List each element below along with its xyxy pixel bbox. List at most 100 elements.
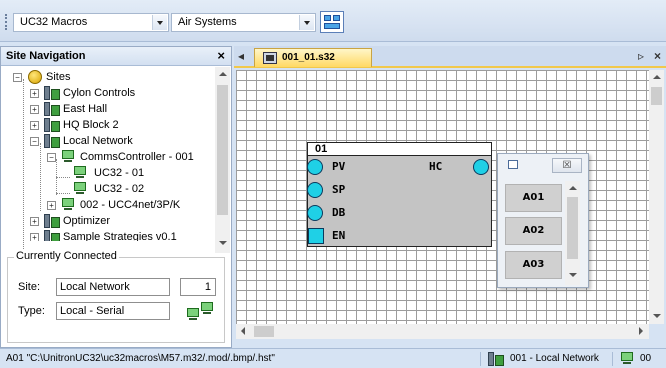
server-icon: [44, 134, 60, 148]
scroll-down-icon[interactable]: [649, 309, 664, 324]
tree-item-uc32-02[interactable]: UC32 - 02: [1, 181, 215, 197]
server-icon: [44, 230, 60, 241]
tree-item-optimizer[interactable]: + Optimizer: [1, 213, 215, 229]
layout-grid-icon[interactable]: [320, 11, 344, 33]
popup-scrollbar[interactable]: [565, 181, 580, 285]
output-port-hc[interactable]: [473, 159, 489, 175]
tree-item-label: CommsController - 001: [80, 151, 194, 163]
output-label-hc: HC: [429, 160, 443, 173]
popup-item-a01[interactable]: A01: [505, 184, 562, 212]
close-icon[interactable]: ×: [217, 47, 225, 65]
globe-icon: [27, 70, 43, 84]
type-field: Local - Serial: [56, 302, 170, 320]
tree-item-local-network[interactable]: − Local Network: [1, 133, 215, 149]
tree-item-label: UC32 - 01: [94, 167, 145, 179]
input-port-sp[interactable]: [307, 182, 323, 198]
scroll-up-icon[interactable]: [649, 70, 664, 85]
currently-connected-legend: Currently Connected: [14, 250, 119, 262]
collapse-icon[interactable]: −: [47, 153, 56, 162]
tree-item-label: Cylon Controls: [63, 87, 136, 99]
input-label-db: DB: [332, 206, 346, 219]
tab-label: 001_01.s32: [282, 52, 335, 63]
block-title: 01: [308, 143, 491, 156]
close-icon[interactable]: ×: [654, 49, 661, 63]
scroll-up-icon[interactable]: [565, 181, 580, 196]
tree-item-hq-block-2[interactable]: + HQ Block 2: [1, 117, 215, 133]
input-port-db[interactable]: [307, 205, 323, 221]
macro-library-combo[interactable]: UC32 Macros: [13, 13, 169, 32]
close-icon[interactable]: ☒: [552, 158, 582, 173]
scroll-down-icon[interactable]: [565, 268, 580, 283]
tab-scroll-left-icon[interactable]: ◂: [238, 49, 244, 63]
expand-icon[interactable]: +: [30, 233, 39, 241]
tree-item-sites[interactable]: − Sites: [1, 69, 215, 85]
input-port-en[interactable]: [308, 228, 324, 244]
system-type-combo[interactable]: Air Systems: [171, 13, 316, 32]
tree-item-east-hall[interactable]: + East Hall: [1, 101, 215, 117]
server-icon: [44, 118, 60, 132]
active-controller-icon: [73, 166, 89, 180]
input-port-pv[interactable]: [307, 159, 323, 175]
serial-connection-icon: [186, 308, 200, 321]
system-type-value: Air Systems: [178, 16, 237, 28]
tree-item-label: UC32 - 02: [94, 183, 145, 195]
site-navigation-header: Site Navigation ×: [1, 47, 231, 66]
tree-item-002-ucc4net[interactable]: + 002 - UCC4net/3P/K: [1, 197, 215, 213]
input-label-sp: SP: [332, 183, 346, 196]
tree-item-label: HQ Block 2: [63, 119, 119, 131]
strategy-file-icon: [263, 52, 277, 64]
tree-item-uc32-01[interactable]: UC32 - 01: [1, 165, 215, 181]
tree-item-commscontroller-001[interactable]: − CommsController - 001: [1, 149, 215, 165]
tree-item-cylon-controls[interactable]: + Cylon Controls: [1, 85, 215, 101]
tree-scroll-thumb[interactable]: [217, 85, 228, 215]
tree-item-sample-strategies[interactable]: + Sample Strategies v0.1: [1, 229, 215, 241]
document-tabbar: ◂ 001_01.s32 ▹ ×: [234, 46, 666, 68]
status-network: 001 - Local Network: [510, 353, 599, 364]
editor-horizontal-scrollbar[interactable]: [236, 324, 649, 339]
expand-icon[interactable]: +: [30, 121, 39, 130]
chevron-down-icon[interactable]: [299, 15, 314, 30]
window-icon: [508, 160, 518, 169]
expand-icon[interactable]: +: [30, 105, 39, 114]
chevron-down-icon[interactable]: [152, 15, 167, 30]
expand-icon[interactable]: +: [47, 201, 56, 210]
status-divider: [612, 352, 613, 366]
tree-item-label: Sample Strategies v0.1: [63, 231, 177, 241]
popup-item-a02[interactable]: A02: [505, 217, 562, 245]
type-label: Type:: [18, 305, 45, 317]
toolbar: UC32 Macros Air Systems: [0, 0, 666, 42]
server-icon: [44, 214, 60, 228]
collapse-icon[interactable]: −: [30, 137, 39, 146]
controller-icon: [61, 150, 77, 164]
scroll-down-icon[interactable]: [215, 236, 230, 251]
editor-vscroll-thumb[interactable]: [651, 87, 662, 105]
popup-scroll-thumb[interactable]: [567, 197, 578, 259]
controller-icon: [61, 198, 77, 212]
status-bar: A01 "C:\UnitronUC32\uc32macros\M57.m32/.…: [0, 348, 666, 368]
tree-item-label: East Hall: [63, 103, 108, 115]
expand-icon[interactable]: +: [30, 217, 39, 226]
toolbar-grip[interactable]: [5, 14, 8, 30]
input-label-pv: PV: [332, 160, 346, 173]
collapse-icon[interactable]: −: [13, 73, 22, 82]
tree-item-label: Local Network: [63, 135, 133, 147]
macro-item-popup: ☒ A01 A02 A03: [497, 153, 589, 288]
tab-001-01-s32[interactable]: 001_01.s32: [254, 48, 372, 67]
popup-item-a03[interactable]: A03: [505, 251, 562, 279]
serial-connection-icon: [200, 302, 214, 315]
site-navigation-title: Site Navigation: [6, 50, 86, 62]
scroll-up-icon[interactable]: [215, 67, 230, 82]
tree-scrollbar[interactable]: [215, 67, 230, 253]
input-label-en: EN: [332, 229, 346, 242]
network-icon: [488, 352, 504, 366]
editor-vertical-scrollbar[interactable]: [649, 70, 664, 324]
tree-item-label: Sites: [46, 71, 71, 83]
scroll-left-icon[interactable]: [236, 324, 251, 339]
scroll-right-icon[interactable]: [634, 324, 649, 339]
tab-scroll-right-icon[interactable]: ▹: [638, 49, 644, 63]
controller-status-icon: [620, 352, 634, 365]
macro-block-01[interactable]: 01 PV HC SP DB EN: [307, 142, 492, 247]
popup-titlebar[interactable]: ☒: [498, 154, 588, 176]
editor-hscroll-thumb[interactable]: [254, 326, 274, 337]
expand-icon[interactable]: +: [30, 89, 39, 98]
